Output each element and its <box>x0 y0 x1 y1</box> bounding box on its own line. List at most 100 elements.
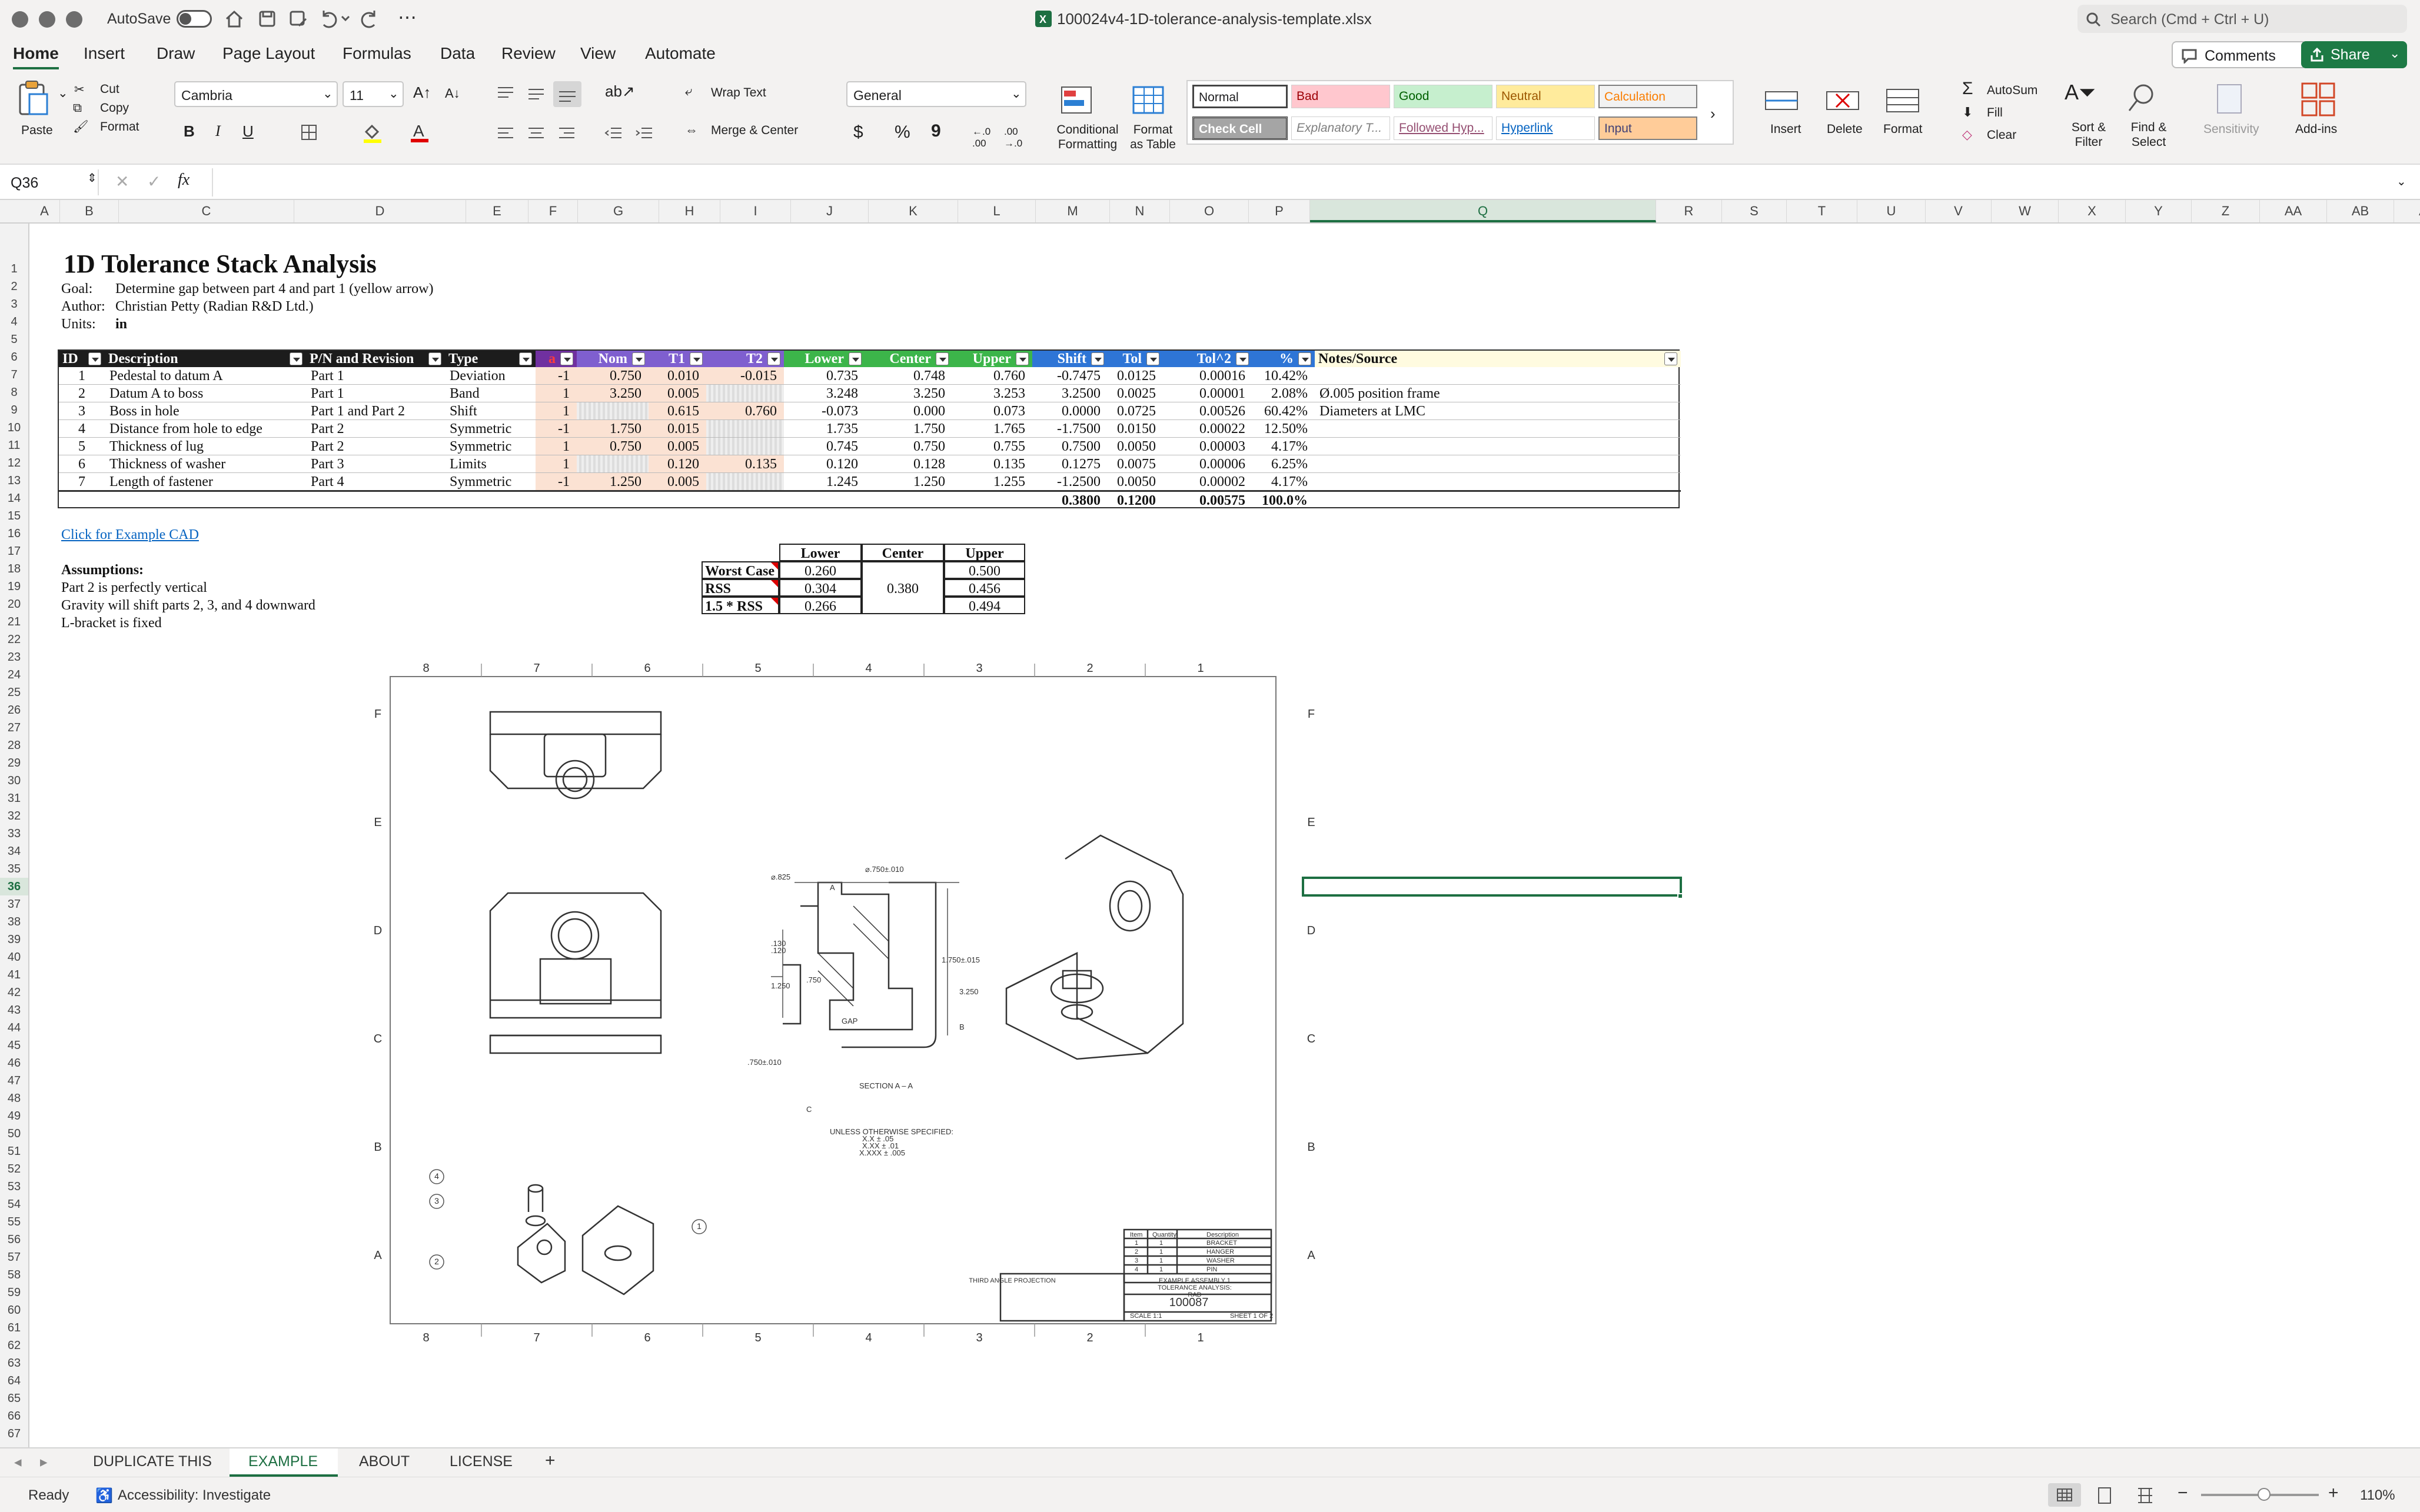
table-cell[interactable]: 0.015 <box>649 420 706 438</box>
filter-dropdown-button[interactable] <box>428 352 441 365</box>
align-right-icon[interactable] <box>557 125 577 142</box>
row-header[interactable]: 64 <box>0 1372 28 1390</box>
column-header[interactable]: E <box>466 200 528 222</box>
table-cell[interactable]: 4.17% <box>1252 438 1315 455</box>
style-neutral[interactable]: Neutral <box>1496 85 1595 108</box>
function-icon[interactable]: fx <box>178 171 190 189</box>
italic-button[interactable]: I <box>215 122 221 140</box>
tab-view[interactable]: View <box>580 44 616 63</box>
bold-button[interactable]: B <box>184 122 195 141</box>
table-cell[interactable] <box>577 402 649 420</box>
table-cell[interactable]: 0.00006 <box>1163 455 1252 473</box>
expand-formula-bar-icon[interactable]: ⌄ <box>2396 174 2406 189</box>
row-header[interactable]: 55 <box>0 1213 28 1231</box>
row-header[interactable]: 11 <box>0 437 28 454</box>
zoom-out-button[interactable]: − <box>2178 1483 2188 1503</box>
table-header[interactable]: % <box>1252 351 1315 367</box>
row-header[interactable]: 56 <box>0 1231 28 1248</box>
style-normal[interactable]: Normal <box>1192 85 1288 108</box>
table-cell[interactable]: -1.7500 <box>1032 420 1108 438</box>
column-header[interactable]: W <box>1992 200 2059 222</box>
row-header[interactable]: 29 <box>0 754 28 772</box>
table-cell[interactable]: 0.135 <box>706 455 784 473</box>
align-center-icon[interactable] <box>526 125 546 142</box>
table-cell[interactable]: 0.000 <box>865 402 952 420</box>
table-cell[interactable] <box>1315 473 1681 491</box>
table-cell[interactable]: 0.745 <box>784 438 865 455</box>
row-header[interactable]: 14 <box>0 489 28 507</box>
table-header[interactable]: T1 <box>649 351 706 367</box>
table-cell[interactable]: 1.245 <box>784 473 865 491</box>
table-cell[interactable]: 0.0000 <box>1032 402 1108 420</box>
sort-filter-button[interactable]: Sort & Filter <box>2056 120 2121 149</box>
row-header[interactable]: 43 <box>0 1001 28 1019</box>
table-cell[interactable]: 0.00002 <box>1163 473 1252 491</box>
row-header[interactable]: 53 <box>0 1178 28 1195</box>
tab-insert[interactable]: Insert <box>84 44 125 63</box>
copy-button[interactable]: Copy <box>100 101 129 115</box>
table-cell[interactable]: 0.760 <box>706 402 784 420</box>
delete-cells-icon[interactable] <box>1824 84 1861 116</box>
autosum-button[interactable]: AutoSum <box>1987 84 2037 98</box>
tab-formulas[interactable]: Formulas <box>343 44 411 63</box>
column-header[interactable]: A <box>29 200 60 222</box>
column-header[interactable]: O <box>1170 200 1249 222</box>
table-cell[interactable]: 0.00022 <box>1163 420 1252 438</box>
column-header[interactable]: Z <box>2192 200 2260 222</box>
minimize-window-button[interactable] <box>39 11 55 28</box>
increase-decimal-icon[interactable]: ←.0.00 <box>972 126 990 149</box>
filter-dropdown-button[interactable] <box>1016 352 1029 365</box>
table-cell[interactable]: 0.7500 <box>1032 438 1108 455</box>
filter-dropdown-button[interactable] <box>1298 352 1311 365</box>
column-header[interactable]: AA <box>2260 200 2327 222</box>
underline-button[interactable]: U <box>242 122 254 141</box>
table-cell[interactable]: 0.120 <box>784 455 865 473</box>
filter-dropdown-button[interactable] <box>849 352 862 365</box>
column-header[interactable]: Q <box>1310 200 1656 222</box>
addins-icon[interactable] <box>2300 81 2336 118</box>
insert-cells-icon[interactable] <box>1763 84 1800 116</box>
table-header[interactable]: Tol^2 <box>1163 351 1252 367</box>
table-cell[interactable] <box>706 473 784 491</box>
addins-button[interactable]: Add-ins <box>2295 122 2337 136</box>
delete-cells-button[interactable]: Delete <box>1827 122 1863 136</box>
save-as-icon[interactable] <box>287 8 308 29</box>
row-header[interactable]: 46 <box>0 1054 28 1072</box>
column-header[interactable]: AB <box>2327 200 2394 222</box>
table-cell[interactable]: Thickness of lug <box>105 438 306 455</box>
currency-button[interactable]: $ <box>853 122 863 142</box>
row-header[interactable]: 32 <box>0 807 28 825</box>
table-cell[interactable]: Part 3 <box>306 455 445 473</box>
table-cell[interactable]: Pedestal to datum A <box>105 367 306 385</box>
paste-icon[interactable] <box>16 80 49 116</box>
chevron-down-icon[interactable] <box>340 13 351 24</box>
row-header[interactable]: 49 <box>0 1107 28 1125</box>
row-header[interactable]: 6 <box>0 348 28 366</box>
row-header[interactable]: 17 <box>0 542 28 560</box>
table-cell[interactable]: Part 1 <box>306 385 445 402</box>
row-header[interactable]: 57 <box>0 1248 28 1266</box>
column-header[interactable]: G <box>578 200 659 222</box>
table-cell[interactable]: Part 4 <box>306 473 445 491</box>
font-name-select[interactable]: Cambria ⌄ <box>174 81 338 107</box>
row-header[interactable]: 13 <box>0 472 28 489</box>
sheet-tab-duplicate-this[interactable]: DUPLICATE THIS <box>93 1453 212 1470</box>
table-cell[interactable]: 1.250 <box>577 473 649 491</box>
table-cell[interactable]: 0.735 <box>784 367 865 385</box>
table-cell[interactable]: 60.42% <box>1252 402 1315 420</box>
insert-cells-button[interactable]: Insert <box>1770 122 1801 136</box>
table-header[interactable]: Notes/Source <box>1315 351 1681 367</box>
table-cell[interactable]: Thickness of washer <box>105 455 306 473</box>
chevron-right-icon[interactable]: › <box>1710 105 1716 123</box>
table-cell[interactable]: 0.0025 <box>1108 385 1163 402</box>
column-header[interactable]: N <box>1110 200 1170 222</box>
table-cell[interactable]: 0.005 <box>649 438 706 455</box>
example-cad-link[interactable]: Click for Example CAD <box>61 526 199 544</box>
conditional-formatting-icon[interactable] <box>1059 85 1095 115</box>
column-header[interactable]: S <box>1722 200 1787 222</box>
style-calculation[interactable]: Calculation <box>1598 85 1697 108</box>
row-header[interactable]: 52 <box>0 1160 28 1178</box>
table-cell[interactable]: 2 <box>59 385 105 402</box>
selected-cell-q36[interactable] <box>1302 877 1682 897</box>
filter-dropdown-button[interactable] <box>690 352 703 365</box>
